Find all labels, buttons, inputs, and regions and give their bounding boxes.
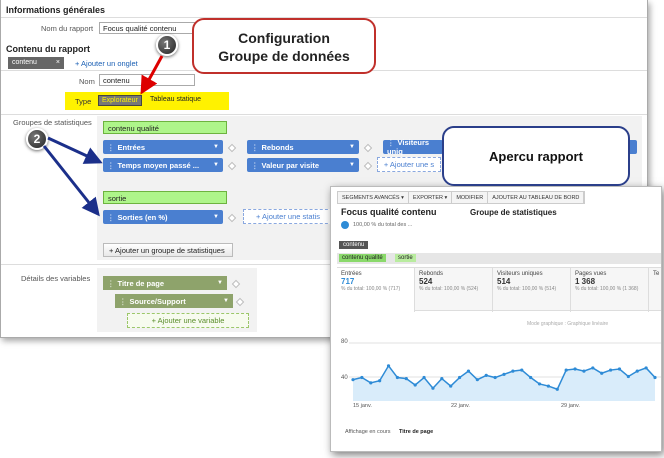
data-point (546, 384, 551, 388)
data-point (360, 375, 364, 380)
data-point (591, 366, 595, 370)
y-tick-40: 40 (341, 375, 348, 381)
data-point (502, 372, 506, 376)
subtab-sortie[interactable]: sortie (395, 254, 416, 262)
metrics-row: Entrées 717 % du total: 100,00 % (717) R… (337, 267, 661, 312)
report-preview: SEGMENTS AVANCÉS ▾ EXPORTER ▾ MODIFIER A… (330, 186, 662, 452)
export-button[interactable]: EXPORTER ▾ (409, 192, 453, 203)
data-point (493, 375, 497, 380)
preview-tab[interactable]: contenu (339, 241, 369, 249)
metric-temps[interactable]: Te (649, 268, 661, 312)
data-point (449, 384, 453, 388)
data-point (573, 367, 577, 371)
preview-title: Focus qualité contenu (341, 207, 437, 217)
data-point (475, 378, 479, 382)
data-point (564, 368, 568, 372)
line-chart (349, 342, 661, 401)
data-point (413, 383, 417, 387)
data-point (378, 379, 382, 383)
x-label-2: 29 janv. (561, 403, 580, 409)
data-point (608, 368, 613, 372)
data-point (635, 369, 639, 373)
data-point (422, 375, 426, 380)
data-point (626, 374, 630, 379)
data-point (617, 367, 622, 371)
add-dashboard-button[interactable]: AJOUTER AU TABLEAU DE BORD (488, 192, 585, 203)
metric-rebonds[interactable]: Rebonds 524 % du total: 100,00 % (524) (415, 268, 493, 312)
callout-apercu: Apercu rapport (442, 126, 630, 186)
data-point (457, 375, 462, 380)
graph-mode-label: Mode graphique : Graphique linéaire (527, 321, 609, 327)
arrow-red (140, 55, 164, 95)
data-point (520, 368, 524, 372)
data-point (440, 377, 444, 381)
data-point (395, 375, 400, 380)
data-point (537, 382, 542, 386)
y-tick-80: 80 (341, 339, 348, 345)
data-point (582, 369, 586, 373)
data-point (431, 386, 435, 390)
subtab-contenu-qualite[interactable]: contenu qualité (339, 254, 386, 262)
data-point (404, 377, 408, 381)
data-point (644, 366, 648, 370)
metric-entrees[interactable]: Entrées 717 % du total: 100,00 % (717) (337, 268, 415, 312)
data-point (600, 371, 604, 375)
bottom-link-current[interactable]: Affichage en cours (345, 429, 390, 435)
bottom-link-title[interactable]: Titre de page (399, 429, 433, 435)
subtab-bar (337, 253, 661, 264)
data-point (529, 375, 533, 380)
data-point (653, 375, 657, 380)
metric-visiteurs[interactable]: Visiteurs uniques 514 % du total: 100,00… (493, 268, 571, 312)
preview-toolbar: SEGMENTS AVANCÉS ▾ EXPORTER ▾ MODIFIER A… (337, 191, 586, 204)
edit-button[interactable]: MODIFIER (452, 192, 489, 203)
data-point (351, 378, 355, 382)
data-point (511, 369, 515, 373)
x-label-1: 22 janv. (451, 403, 470, 409)
data-point (466, 369, 471, 373)
data-point (555, 387, 559, 391)
groups-note: Groupe de statistiques (470, 208, 557, 217)
segment-dot-icon (341, 221, 349, 229)
x-label-0: 15 janv. (353, 403, 372, 409)
preview-subtitle: 100,00 % du total des ... (353, 222, 413, 228)
data-point (386, 364, 391, 368)
segments-button[interactable]: SEGMENTS AVANCÉS ▾ (338, 192, 409, 203)
metric-pages-vues[interactable]: Pages vues 1 368 % du total: 100,00 % (1… (571, 268, 649, 312)
arrow-blue-1 (47, 136, 103, 164)
data-point (484, 373, 488, 377)
data-point (369, 381, 373, 385)
